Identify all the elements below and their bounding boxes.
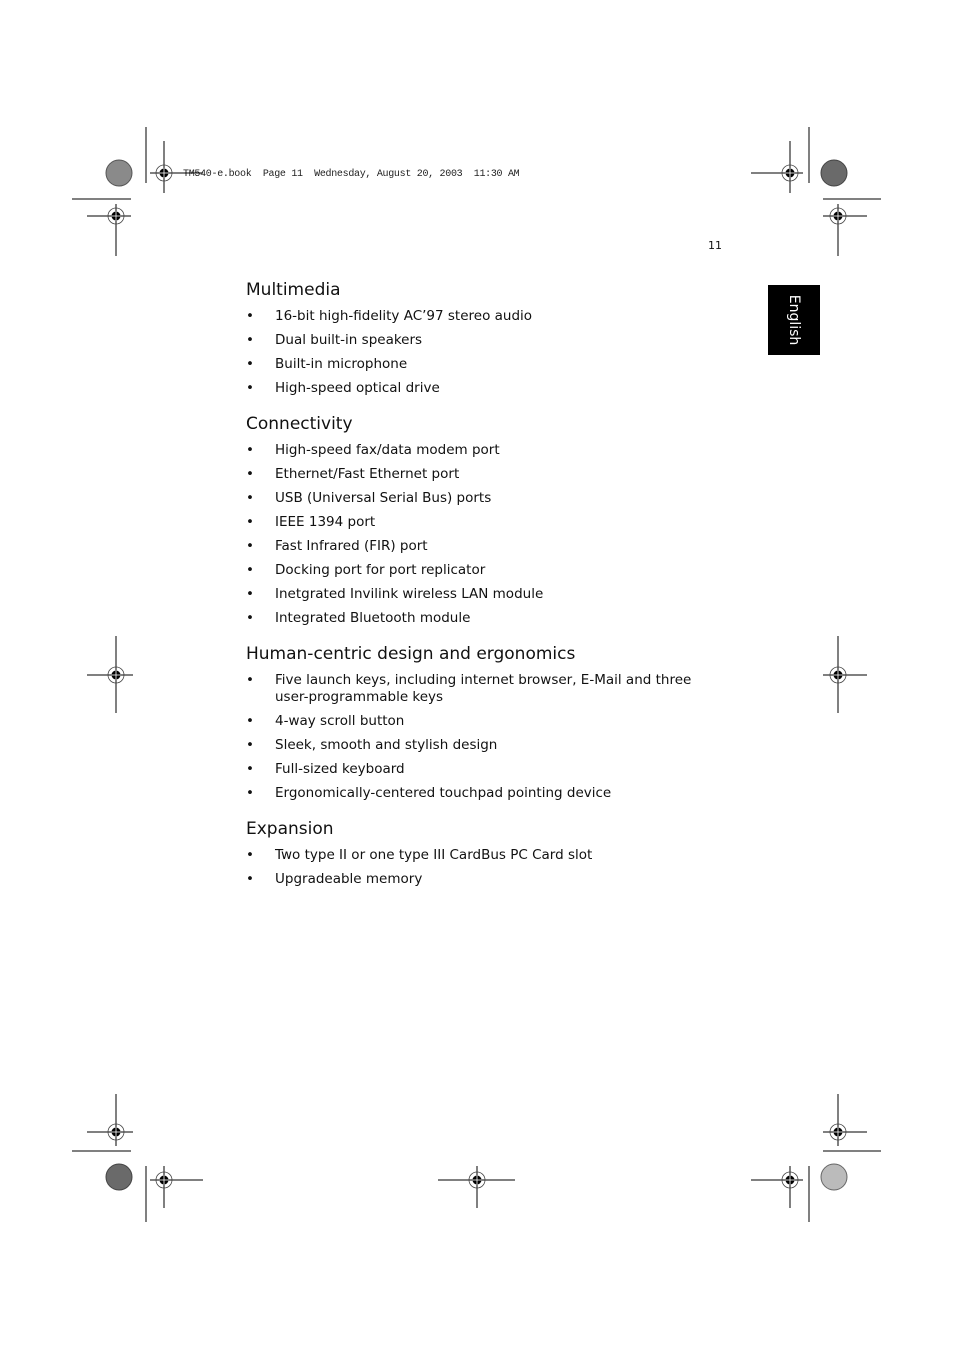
color-spiral-icon	[105, 1163, 133, 1191]
color-spiral-icon	[105, 159, 133, 187]
color-spiral-icon	[820, 1163, 848, 1191]
print-marks-layer	[72, 127, 881, 1222]
color-spiral-icon	[820, 159, 848, 187]
